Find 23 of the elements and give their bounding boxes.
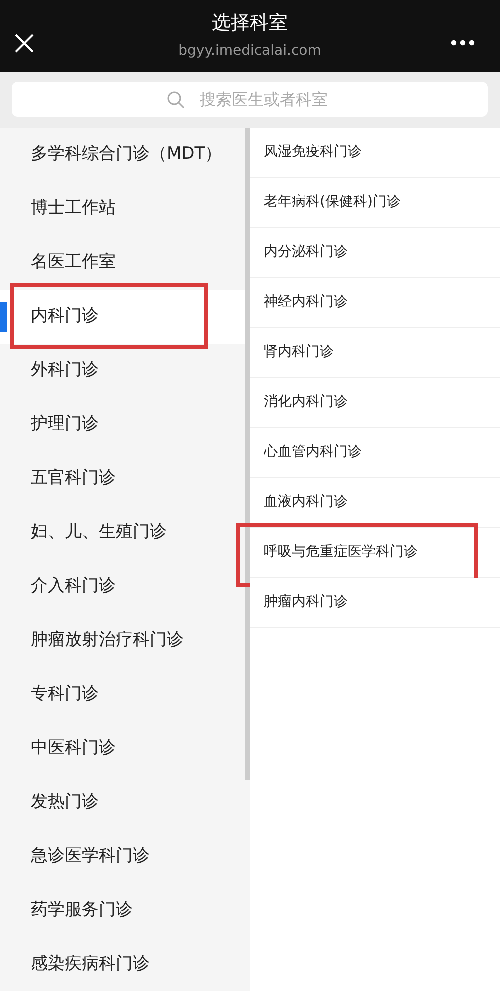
department-item[interactable]: 内科门诊 <box>0 290 245 344</box>
department-item[interactable]: 多学科综合门诊（MDT） <box>0 128 245 182</box>
close-icon[interactable] <box>15 34 34 53</box>
department-item[interactable]: 介入科门诊 <box>0 560 245 614</box>
department-item[interactable]: 专科门诊 <box>0 668 245 722</box>
department-item[interactable]: 感染疾病科门诊 <box>0 938 245 991</box>
more-icon[interactable] <box>451 40 475 46</box>
department-item[interactable]: 发热门诊 <box>0 776 245 830</box>
department-item[interactable]: 妇、儿、生殖门诊 <box>0 506 245 560</box>
search-icon <box>167 91 185 109</box>
search-field[interactable]: 搜索医生或者科室 <box>12 82 488 117</box>
clinic-item[interactable]: 肿瘤内科门诊 <box>250 578 500 628</box>
department-item[interactable]: 外科门诊 <box>0 344 245 398</box>
department-item[interactable]: 肿瘤放射治疗科门诊 <box>0 614 245 668</box>
department-item[interactable]: 药学服务门诊 <box>0 884 245 938</box>
department-item[interactable]: 博士工作站 <box>0 182 245 236</box>
department-item[interactable]: 急诊医学科门诊 <box>0 830 245 884</box>
department-item[interactable]: 中医科门诊 <box>0 722 245 776</box>
department-item[interactable]: 名医工作室 <box>0 236 245 290</box>
site-address: bgyy.imedicalai.com <box>178 42 322 61</box>
page-title: 选择科室 <box>212 14 288 33</box>
department-item[interactable]: 五官科门诊 <box>0 452 245 506</box>
department-item[interactable]: 护理门诊 <box>0 398 245 452</box>
